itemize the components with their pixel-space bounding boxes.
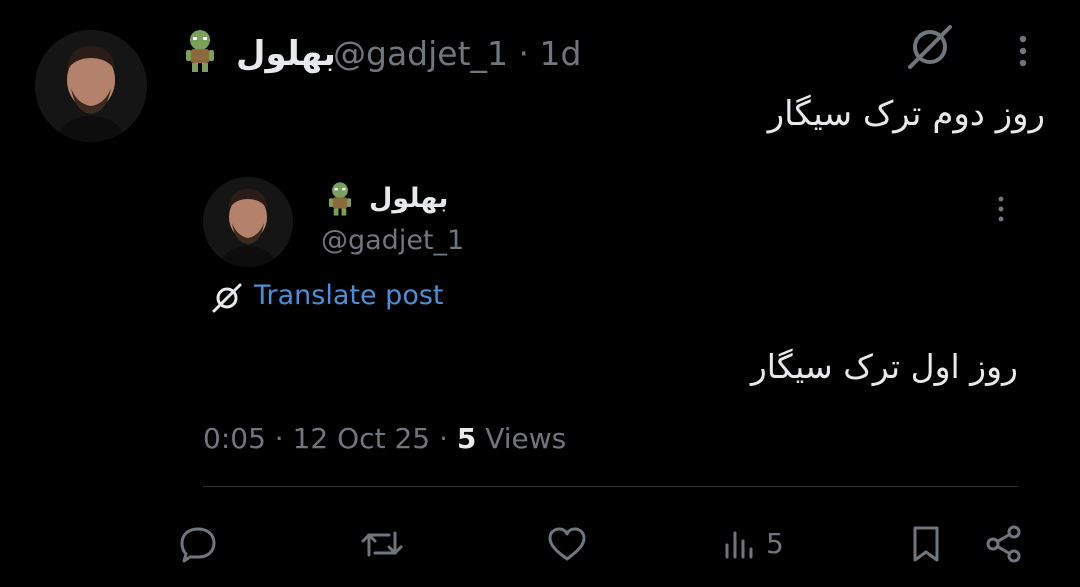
- views-count: 5: [456, 422, 477, 455]
- divider: [203, 486, 1018, 487]
- author-avatar[interactable]: [35, 30, 147, 142]
- separator-dot: ·: [518, 34, 530, 73]
- like-icon[interactable]: [546, 525, 588, 563]
- quote-author-handle[interactable]: @gadjet_1: [321, 224, 464, 258]
- views-action-count: 5: [766, 527, 784, 560]
- reply-icon[interactable]: [178, 525, 218, 563]
- troll-emoji: [181, 28, 219, 74]
- post-text: روز دوم ترک سیگار: [767, 94, 1045, 134]
- views-icon[interactable]: [723, 527, 757, 561]
- views-label: Views: [485, 422, 567, 455]
- author-name[interactable]: بهلول: [236, 34, 336, 74]
- quote-author-avatar[interactable]: [203, 177, 293, 267]
- translate-icon[interactable]: [210, 282, 244, 314]
- quote-text: روز اول ترک سیگار: [750, 347, 1018, 386]
- handle-text[interactable]: @gadjet_1: [333, 34, 508, 73]
- quote-meta: 0:05 · 12 Oct 25 · 5 Views: [203, 421, 566, 457]
- quote-more-icon[interactable]: [996, 195, 1006, 223]
- bookmark-icon[interactable]: [910, 524, 942, 564]
- repost-icon[interactable]: [359, 525, 405, 563]
- meta-separator: ·: [439, 422, 448, 455]
- post-age[interactable]: 1d: [540, 34, 582, 73]
- quote-author-name[interactable]: بهلول: [369, 182, 448, 216]
- post-date[interactable]: 12 Oct 25: [293, 422, 430, 455]
- post-time[interactable]: 0:05: [203, 422, 266, 455]
- more-icon[interactable]: [1016, 34, 1030, 68]
- quote-troll-emoji: [325, 180, 355, 218]
- meta-separator: ·: [274, 422, 284, 455]
- author-handle[interactable]: @gadjet_1 · 1d: [333, 34, 581, 74]
- share-icon[interactable]: [983, 523, 1025, 565]
- translate-post-link[interactable]: Translate post: [254, 279, 444, 313]
- grok-icon[interactable]: [905, 23, 955, 71]
